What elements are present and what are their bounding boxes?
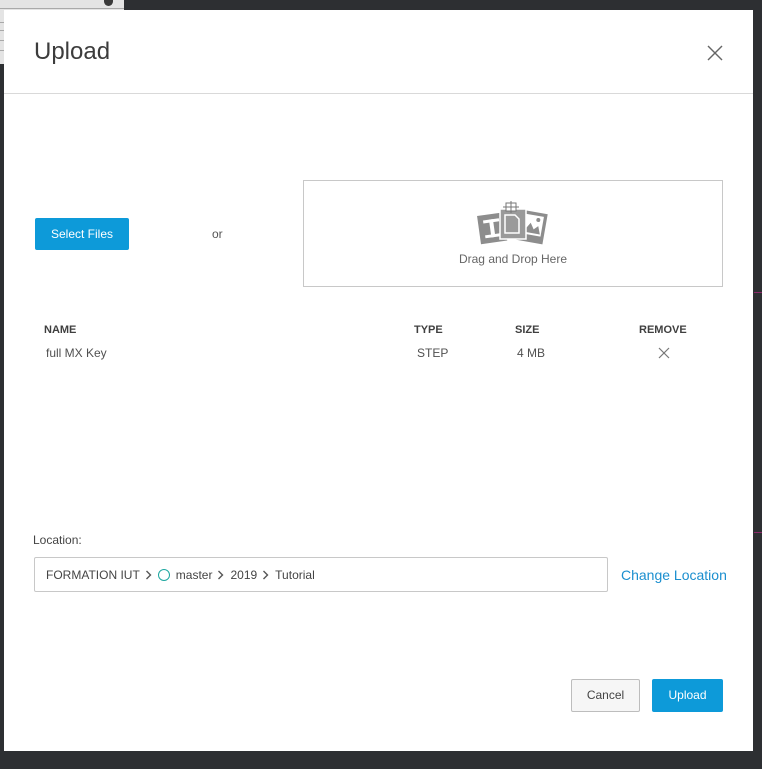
select-files-button[interactable]: Select Files: [35, 218, 129, 250]
location-breadcrumb: FORMATION IUT master 2019 Tutorial: [34, 557, 608, 592]
change-location-link[interactable]: Change Location: [621, 567, 727, 583]
column-header-size: SIZE: [515, 324, 540, 336]
background-line: [754, 532, 762, 533]
column-header-type: TYPE: [414, 324, 443, 336]
drop-zone[interactable]: Drag and Drop Here: [303, 180, 723, 287]
breadcrumb-item: 2019: [230, 567, 258, 582]
drop-zone-label: Drag and Drop Here: [458, 252, 568, 266]
drag-drop-files-icon: [475, 201, 550, 247]
background-line: [754, 292, 762, 293]
breadcrumb-item: master: [175, 567, 213, 582]
close-icon: [707, 45, 723, 61]
or-label: or: [212, 227, 223, 241]
background-handle: [104, 0, 113, 6]
circle-folder-icon: [157, 568, 170, 581]
chevron-right-icon: [145, 570, 152, 579]
column-header-name: NAME: [44, 324, 77, 336]
close-button[interactable]: [706, 44, 724, 62]
breadcrumb-item: Tutorial: [275, 567, 315, 582]
column-header-remove: REMOVE: [639, 324, 687, 336]
upload-button[interactable]: Upload: [652, 679, 723, 712]
file-type: STEP: [417, 346, 449, 360]
chevron-right-icon: [218, 570, 224, 579]
upload-dialog: Upload Select Files or Drag and Drop Her…: [4, 10, 753, 751]
cancel-button[interactable]: Cancel: [571, 679, 640, 712]
file-name: full MX Key: [46, 346, 107, 360]
dialog-header: Upload: [4, 10, 753, 94]
chevron-right-icon: [263, 570, 269, 579]
file-size: 4 MB: [517, 346, 546, 360]
remove-x-icon: [658, 347, 670, 359]
location-label: Location:: [33, 533, 82, 547]
remove-file-button[interactable]: [658, 346, 670, 359]
breadcrumb-item: FORMATION IUT: [46, 567, 140, 582]
dialog-title: Upload: [34, 38, 111, 65]
